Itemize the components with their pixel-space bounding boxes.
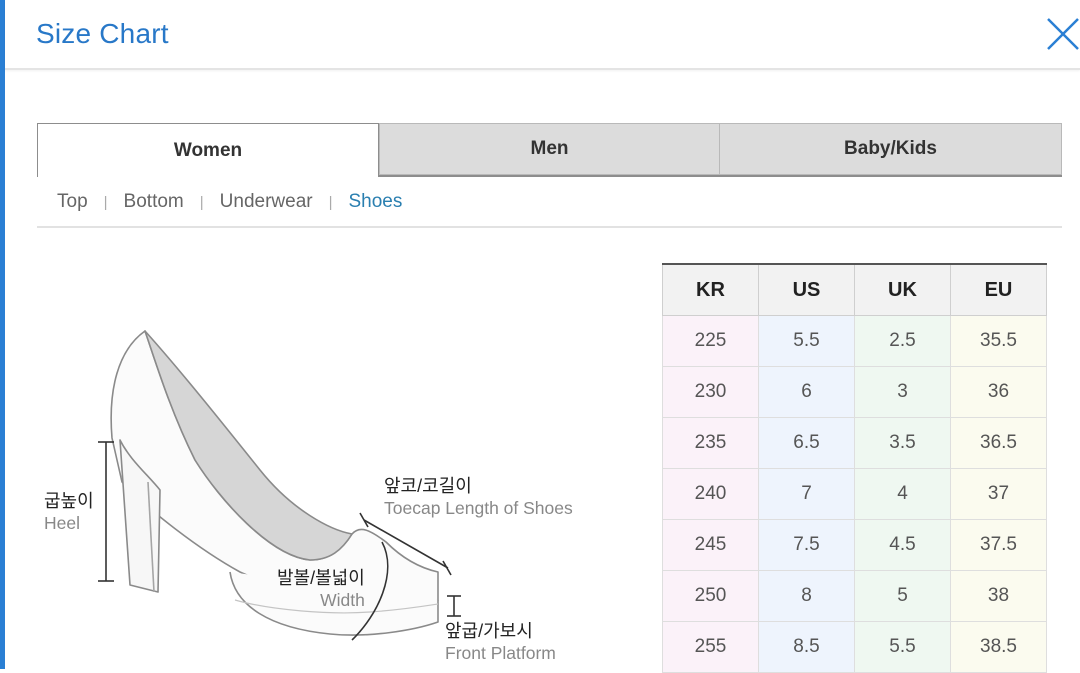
size-cell-kr: 255 [662,621,759,673]
header-eu: EU [950,263,1047,316]
toecap-label-ko: 앞코/코길이 [384,476,472,496]
tab-men[interactable]: Men [379,123,720,175]
platform-label-ko: 앞굽/가보시 [445,621,533,641]
size-cell-eu: 37 [950,468,1047,520]
table-row: 235 6.5 3.5 36.5 [662,417,1047,469]
size-cell-uk: 5.5 [854,621,951,673]
header-uk: UK [854,263,951,316]
size-cell-us: 8 [758,570,855,622]
size-cell-kr: 235 [662,417,759,469]
header-us: US [758,263,855,316]
subnav-bottom[interactable]: Bottom [124,191,184,213]
toecap-label-en: Toecap Length of Shoes [384,498,573,518]
subnav-separator: | [328,193,333,211]
table-row: 225 5.5 2.5 35.5 [662,315,1047,367]
size-cell-us: 5.5 [758,315,855,367]
dialog-title: Size Chart [36,18,169,49]
size-cell-kr: 225 [662,315,759,367]
size-cell-kr: 250 [662,570,759,622]
size-cell-uk: 3.5 [854,417,951,469]
dialog-header: Size Chart [5,0,1080,70]
tab-women[interactable]: Women [37,123,379,177]
subnav-separator: | [103,193,108,211]
size-cell-eu: 36 [950,366,1047,418]
size-cell-uk: 5 [854,570,951,622]
size-cell-eu: 37.5 [950,519,1047,571]
subnav-underwear[interactable]: Underwear [220,191,313,213]
size-table-body: 225 5.5 2.5 35.5 230 6 3 36 235 6.5 3.5 36.5 240 7 4 37… [662,315,1047,673]
width-label-ko: 발볼/볼넓이 [277,568,365,588]
width-label: 발볼/볼넓이 Width [277,567,365,611]
size-cell-uk: 3 [854,366,951,418]
table-row: 230 6 3 36 [662,366,1047,418]
size-cell-us: 6.5 [758,417,855,469]
size-cell-kr: 240 [662,468,759,520]
heel-label-ko: 굽높이 [44,491,94,511]
subnav-separator: | [199,193,204,211]
size-table: KR US UK EU 225 5.5 2.5 35.5 230 6 3 36 235 6.5 3.… [662,263,1047,673]
heel-label-en: Heel [44,513,80,533]
window-left-edge [0,0,5,669]
close-button[interactable] [1045,16,1080,52]
subnav-divider [37,226,1062,228]
size-cell-kr: 230 [662,366,759,418]
table-header-row: KR US UK EU [662,263,1047,316]
size-cell-kr: 245 [662,519,759,571]
size-cell-uk: 4 [854,468,951,520]
size-cell-us: 6 [758,366,855,418]
category-subnav: Top | Bottom | Underwear | Shoes [57,188,402,216]
heel-label: 굽높이 Heel [44,490,94,534]
subnav-shoes[interactable]: Shoes [349,191,403,213]
width-label-en: Width [320,590,365,610]
subnav-top[interactable]: Top [57,191,88,213]
platform-label-en: Front Platform [445,643,556,663]
size-cell-eu: 36.5 [950,417,1047,469]
size-cell-eu: 38 [950,570,1047,622]
size-cell-us: 7.5 [758,519,855,571]
header-kr: KR [662,263,759,316]
size-cell-us: 7 [758,468,855,520]
close-icon [1047,18,1079,50]
size-cell-us: 8.5 [758,621,855,673]
size-cell-eu: 35.5 [950,315,1047,367]
tab-baby-kids[interactable]: Baby/Kids [719,123,1062,175]
gender-tabs: Women Men Baby/Kids [37,123,1062,177]
tabs-divider [378,175,1062,177]
table-row: 250 8 5 38 [662,570,1047,622]
table-row: 245 7.5 4.5 37.5 [662,519,1047,571]
table-row: 255 8.5 5.5 38.5 [662,621,1047,673]
size-cell-uk: 2.5 [854,315,951,367]
platform-label: 앞굽/가보시 Front Platform [445,620,556,664]
table-row: 240 7 4 37 [662,468,1047,520]
size-cell-eu: 38.5 [950,621,1047,673]
size-cell-uk: 4.5 [854,519,951,571]
toecap-label: 앞코/코길이 Toecap Length of Shoes [384,475,573,519]
